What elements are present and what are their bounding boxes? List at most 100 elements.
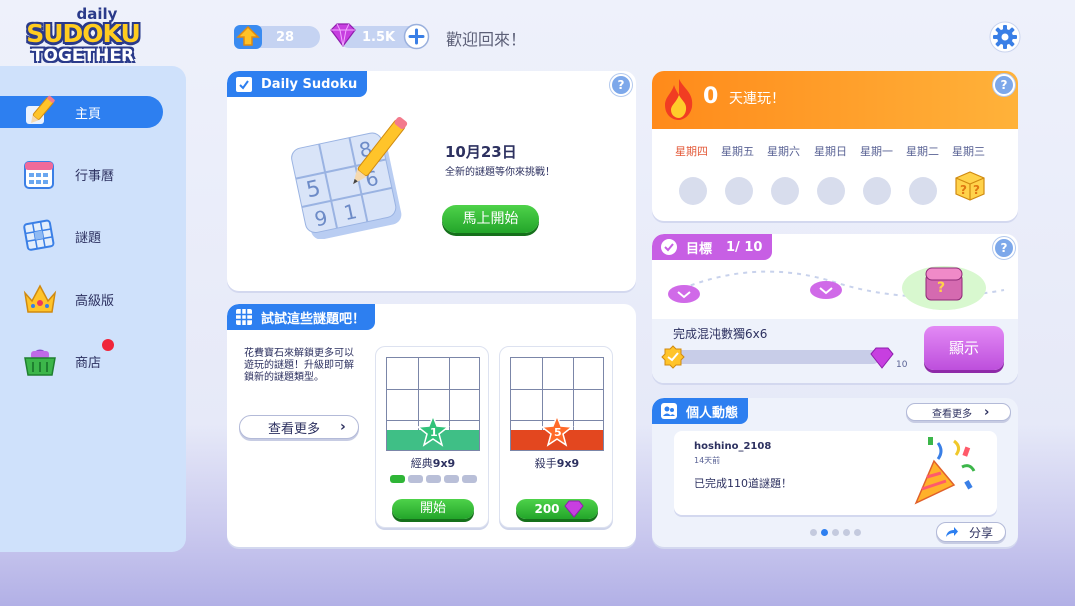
page-dot[interactable] [843, 529, 850, 536]
share-button[interactable]: 分享 [936, 522, 1006, 542]
daily-help-button[interactable]: ? [610, 74, 632, 96]
sidebar-item-premium[interactable]: 高級版 [0, 283, 163, 315]
progress-segment [462, 475, 477, 483]
streak-day-5: 星期二 [906, 145, 939, 158]
page-dot-active[interactable] [821, 529, 828, 536]
goals-card: 目標 1/ 10 ? ? 完成混沌數獨6x6 10 顯示 [652, 234, 1018, 383]
fire-icon [665, 79, 693, 120]
activity-tab: 個人動態 [652, 398, 749, 424]
activity-time: 14天前 [694, 456, 721, 465]
mystery-gift-box-icon: ? ? [955, 171, 985, 201]
daily-date: 10月23日 [445, 143, 517, 161]
sidebar-item-shop[interactable]: 商店 [0, 339, 163, 377]
level-up-arrow-icon [234, 25, 262, 49]
daily-sudoku-card: Daily Sudoku ? 5 8 6 9 1 10月23日 全新的謎題等你來… [227, 71, 636, 291]
activity-card: 個人動態 查看更多 › hoshino_2108 14天前 已完成110道謎題！… [652, 398, 1018, 547]
calendar-icon [24, 161, 54, 189]
level-value: 28 [276, 29, 295, 45]
shop-notification-badge [102, 339, 114, 351]
streak-card: 0 天連玩！ ? 星期四 星期五 星期六 星期日 星期一 星期二 星期三 ? ? [652, 71, 1018, 221]
goal-reward-amount: 10 [896, 360, 908, 370]
classic-size: 9x9 [432, 457, 456, 470]
activity-message: 已完成110道謎題！ [694, 477, 792, 490]
try-puzzles-more-button[interactable]: 查看更多 › [239, 415, 359, 439]
streak-day-dot [725, 177, 753, 205]
activity-more-label: 查看更多 [932, 408, 972, 420]
grid-icon [236, 309, 252, 325]
badge-check-icon [661, 239, 677, 255]
activity-more-button[interactable]: 查看更多 › [906, 403, 1011, 421]
sidebar-item-puzzles[interactable]: 謎題 [0, 219, 163, 252]
killer-name: 殺手 [534, 457, 557, 470]
star-level-icon: 5 [540, 415, 574, 447]
goal-task-text: 完成混沌數獨6x6 [673, 327, 768, 341]
streak-day-3: 星期日 [814, 145, 847, 158]
page-dot[interactable] [832, 529, 839, 536]
welcome-text: 歡迎回來！ [446, 30, 527, 49]
daily-subtitle: 全新的謎題等你來挑戰！ [445, 167, 555, 178]
classic-start-button[interactable]: 開始 [392, 499, 474, 519]
streak-count: 0 [703, 84, 719, 109]
puzzle-killer-card[interactable]: 5 殺手9x9 200 [499, 346, 613, 528]
daily-start-button[interactable]: 馬上開始 [442, 205, 539, 233]
classic-progress-segments [390, 475, 477, 483]
streak-help-button[interactable]: ? [993, 74, 1015, 96]
sidebar-label-home: 主頁 [75, 106, 102, 122]
streak-label: 天連玩！ [729, 91, 785, 107]
sidebar-item-home[interactable]: 主頁 [0, 95, 163, 128]
shop-basket-icon [24, 349, 56, 376]
daily-sudoku-title: Daily Sudoku [261, 76, 358, 92]
killer-star-level: 5 [554, 426, 562, 439]
goals-help-button[interactable]: ? [993, 237, 1015, 259]
activity-post: hoshino_2108 14天前 已完成110道謎題！ [674, 431, 997, 515]
streak-day-dot [817, 177, 845, 205]
logo-sudoku: SUDOKU [26, 19, 141, 48]
sidebar-label-shop: 商店 [75, 355, 102, 371]
settings-gear-icon[interactable] [989, 21, 1021, 53]
sidebar-item-calendar[interactable]: 行事曆 [0, 158, 163, 190]
classic-name: 經典 [410, 457, 433, 470]
killer-puzzle-name: 殺手9x9 [500, 455, 614, 471]
goals-path: ? [668, 266, 1005, 310]
goal-show-button[interactable]: 顯示 [924, 326, 1004, 370]
add-gems-button[interactable] [403, 23, 430, 50]
daily-sudoku-tab: Daily Sudoku [227, 71, 368, 97]
logo-together: TOGETHER [31, 46, 135, 66]
try-puzzles-card: 試試這些謎題吧！ 花費寶石來解鎖更多可以遊玩的謎題！升級即可解鎖新的謎題類型。 … [227, 304, 636, 547]
killer-unlock-button[interactable]: 200 [516, 499, 598, 519]
streak-day-2: 星期六 [767, 145, 800, 158]
try-puzzles-title: 試試這些謎題吧！ [261, 311, 366, 327]
page-dot[interactable] [810, 529, 817, 536]
gift-question-mark: ? [960, 183, 967, 197]
classic-star-level: 1 [430, 426, 438, 439]
try-puzzles-description: 花費寶石來解鎖更多可以遊玩的謎題！升級即可解鎖新的謎題類型。 [244, 348, 354, 383]
gem-icon [564, 500, 584, 518]
puzzle-classic-card[interactable]: 1 經典9x9 開始 [375, 346, 489, 528]
streak-day-dot [863, 177, 891, 205]
chevron-right-icon: › [340, 419, 346, 435]
activity-user: hoshino_2108 [694, 441, 772, 452]
streak-day-4: 星期一 [860, 145, 893, 158]
page-dot[interactable] [854, 529, 861, 536]
sidebar-label-calendar: 行事曆 [75, 168, 115, 184]
sidebar: 主頁 行事曆 謎題 高級版 商店 [0, 66, 186, 552]
sidebar-label-premium: 高級版 [75, 293, 115, 309]
progress-segment [390, 475, 405, 483]
home-pencil-icon [26, 95, 55, 124]
people-icon [661, 403, 677, 419]
sidebar-label-puzzles: 謎題 [75, 230, 102, 246]
killer-size: 9x9 [556, 457, 580, 470]
activity-title: 個人動態 [686, 405, 739, 421]
party-popper-icon [914, 437, 976, 505]
gem-reward-icon [870, 347, 894, 369]
classic-puzzle-name: 經典9x9 [376, 455, 490, 471]
calendar-check-icon [236, 77, 252, 92]
streak-day-1: 星期五 [721, 145, 754, 158]
goal-progress-bar [670, 350, 880, 364]
gem-icon [330, 23, 356, 47]
streak-day-dot [679, 177, 707, 205]
killer-unlock-cost: 200 [534, 502, 560, 516]
share-label: 分享 [969, 525, 994, 540]
streak-day-dot [909, 177, 937, 205]
crown-icon [23, 284, 57, 313]
